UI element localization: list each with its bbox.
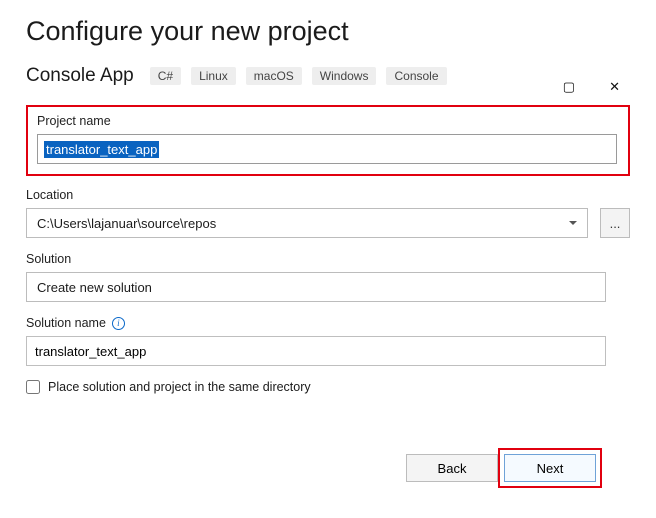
same-directory-checkbox-row[interactable]: Place solution and project in the same d… xyxy=(26,380,630,394)
solution-name-input[interactable] xyxy=(26,336,606,366)
chevron-down-icon xyxy=(569,221,577,225)
same-directory-label: Place solution and project in the same d… xyxy=(48,380,311,394)
project-name-value: translator_text_app xyxy=(44,141,159,158)
page-title: Configure your new project xyxy=(26,16,630,47)
tag: macOS xyxy=(246,67,302,85)
project-name-highlight: Project name translator_text_app xyxy=(26,105,630,176)
location-label: Location xyxy=(26,188,630,202)
same-directory-checkbox[interactable] xyxy=(26,380,40,394)
close-icon[interactable]: ✕ xyxy=(609,80,620,93)
tag: C# xyxy=(150,67,181,85)
solution-value: Create new solution xyxy=(37,280,152,295)
template-name: Console App xyxy=(26,65,134,87)
next-button[interactable]: Next xyxy=(504,454,596,482)
project-name-label: Project name xyxy=(37,114,619,128)
tag: Windows xyxy=(312,67,377,85)
template-header: Console App C# Linux macOS Windows Conso… xyxy=(26,65,630,87)
info-icon[interactable]: i xyxy=(112,317,125,330)
location-value: C:\Users\lajanuar\source\repos xyxy=(37,216,216,231)
location-combo[interactable]: C:\Users\lajanuar\source\repos xyxy=(26,208,588,238)
solution-label: Solution xyxy=(26,252,630,266)
solution-name-label: Solution name i xyxy=(26,316,630,330)
solution-combo[interactable]: Create new solution xyxy=(26,272,606,302)
back-button[interactable]: Back xyxy=(406,454,498,482)
project-name-input[interactable]: translator_text_app xyxy=(37,134,617,164)
tag: Console xyxy=(386,67,446,85)
tag: Linux xyxy=(191,67,236,85)
browse-button[interactable]: ... xyxy=(600,208,630,238)
maximize-icon[interactable]: ▢ xyxy=(563,80,575,93)
